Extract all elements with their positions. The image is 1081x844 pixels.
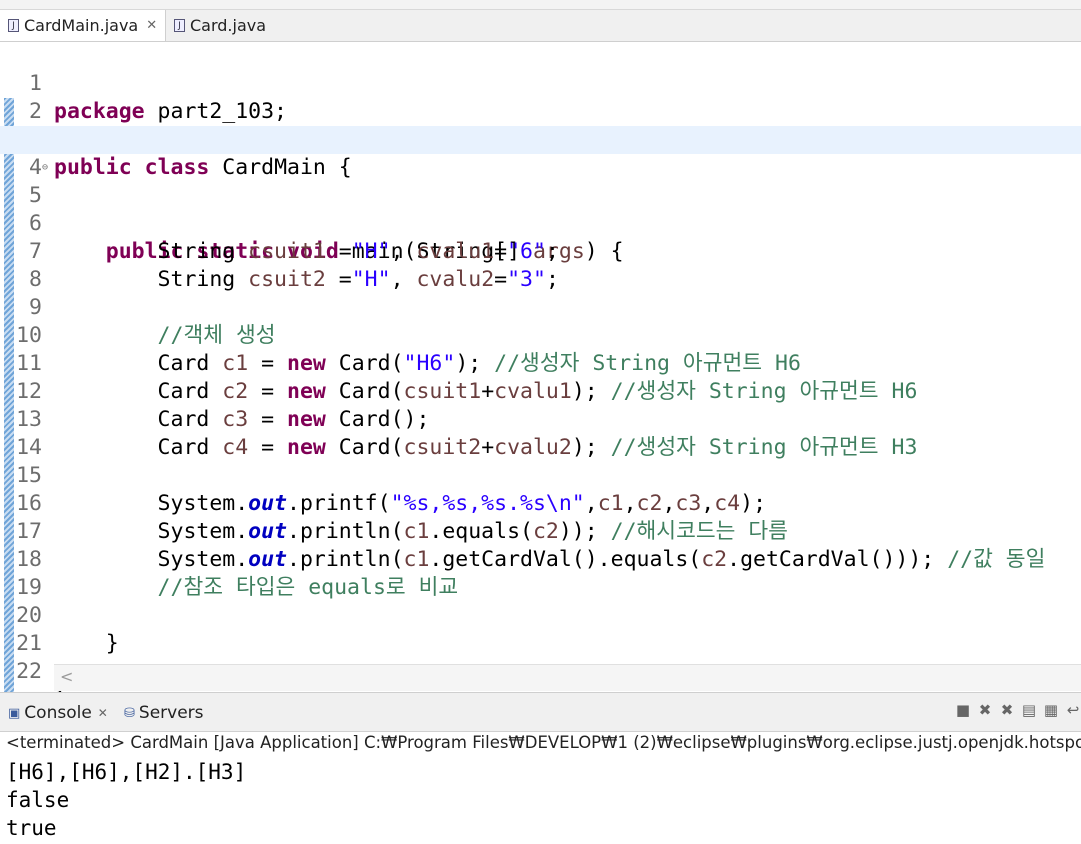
console-output-line: [H6],[H6],[H2].[H3] bbox=[6, 760, 247, 784]
code-line: 17 System.out.println(c1.getCardVal().eq… bbox=[16, 519, 1046, 572]
tab-label: Card.java bbox=[190, 16, 267, 35]
close-icon[interactable]: ✕ bbox=[146, 18, 157, 33]
editor-tab-bar: J CardMain.java ✕ J Card.java bbox=[0, 10, 1081, 42]
tab-cardmain-java[interactable]: J CardMain.java ✕ bbox=[0, 10, 166, 41]
top-toolbar-strip bbox=[0, 0, 1081, 10]
console-output-line: true bbox=[6, 816, 57, 840]
code-line: 8 bbox=[0, 238, 1081, 292]
code-line: 3 public class CardMain { bbox=[0, 98, 1081, 180]
code-line: 15 System.out.printf("%s,%s,%s.%s\n",c1,… bbox=[16, 463, 767, 516]
code-line: 22 } bbox=[0, 630, 1081, 712]
scroll-lock-icon[interactable]: ▦ bbox=[1043, 701, 1059, 719]
code-line: 16 System.out.println(c1.equals(c2)); //… bbox=[16, 491, 788, 544]
console-status-line: <terminated> CardMain [Java Application]… bbox=[6, 733, 1081, 752]
code-line: 13 Card c4 = new Card(csuit2+cvalu2); //… bbox=[16, 407, 918, 460]
console-tab-bar: ▣ Console ✕ ⛁ Servers ■ ✖ ✖ ▤ ▦ ↩ bbox=[0, 692, 1081, 732]
tab-label: Console bbox=[24, 703, 92, 723]
console-icon: ▣ bbox=[8, 705, 21, 721]
console-output-line: false bbox=[6, 788, 70, 812]
horizontal-scrollbar[interactable]: < bbox=[54, 664, 1081, 691]
code-line: 9 //객체 생성 bbox=[0, 266, 1081, 348]
code-line: 5 ⊖ public static void main(String[] arg… bbox=[0, 154, 1081, 264]
terminate-icon[interactable]: ■ bbox=[955, 701, 971, 719]
current-code-line: 4 bbox=[0, 126, 1081, 180]
servers-icon: ⛁ bbox=[124, 705, 135, 721]
code-line: 21 bbox=[0, 602, 1081, 656]
word-wrap-icon[interactable]: ↩ bbox=[1065, 701, 1081, 719]
line-number: 22 bbox=[16, 659, 42, 684]
code-line: 11 Card c2 = new Card(csuit1+cvalu1); //… bbox=[16, 351, 918, 404]
tab-card-java[interactable]: J Card.java bbox=[166, 10, 276, 41]
remove-all-terminated-icon[interactable]: ✖ bbox=[999, 701, 1015, 719]
tab-servers[interactable]: ⛁ Servers bbox=[124, 699, 204, 727]
code-line: 14 bbox=[0, 406, 1081, 460]
code-line: 20 } bbox=[16, 603, 119, 656]
tab-label: Servers bbox=[138, 703, 204, 723]
java-file-icon: J bbox=[8, 19, 19, 32]
code-line: 1 package part2_103; bbox=[0, 42, 1081, 124]
remove-launch-icon[interactable]: ✖ bbox=[977, 701, 993, 719]
console-toolbar: ■ ✖ ✖ ▤ ▦ ↩ bbox=[955, 701, 1081, 719]
code-line: 19 bbox=[0, 546, 1081, 600]
tab-console[interactable]: ▣ Console ✕ bbox=[8, 699, 108, 727]
java-file-icon: J bbox=[174, 19, 185, 32]
code-line: 10 Card c1 = new Card("H6"); //생성자 Strin… bbox=[16, 323, 801, 376]
tab-label: CardMain.java bbox=[24, 16, 139, 35]
code-line: 12 Card c3 = new Card(); bbox=[16, 379, 430, 432]
fold-collapse-icon[interactable]: ⊖ bbox=[42, 154, 48, 182]
close-icon[interactable]: ✕ bbox=[98, 706, 108, 720]
code-line: 18 //참조 타입은 equals로 비교 bbox=[16, 547, 459, 600]
scroll-left-icon[interactable]: < bbox=[60, 667, 73, 686]
code-line: 2 bbox=[0, 70, 1081, 124]
code-line: 7 String csuit2 ="H", cvalu2="3"; bbox=[0, 210, 1081, 292]
code-editor[interactable]: 1 package part2_103; 2 3 public class Ca… bbox=[0, 42, 1081, 712]
clear-console-icon[interactable]: ▤ bbox=[1021, 701, 1037, 719]
code-line: 6 String csuit1 ="H", cvalu1="6"; bbox=[0, 182, 1081, 264]
